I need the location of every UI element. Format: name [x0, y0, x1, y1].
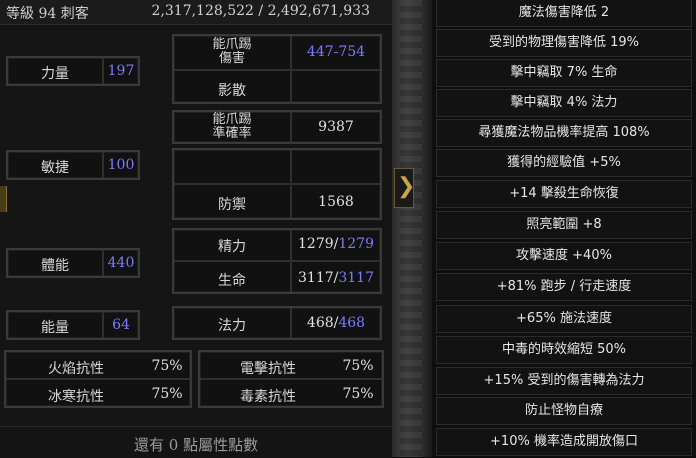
- dexterity-value: 100: [107, 157, 135, 173]
- energy-label: 能量: [41, 320, 69, 336]
- stamina-value: 1279/1279: [298, 236, 374, 252]
- shadow-label: 影散: [218, 83, 246, 99]
- life-current: 3117: [298, 270, 334, 286]
- chevron-right-icon: ❯: [397, 174, 416, 199]
- stat-points-label: 還有 0 點屬性點數: [134, 436, 259, 454]
- life-value: 3117/3117: [298, 270, 374, 286]
- bonus-row: 中毒的時效縮短 50%: [436, 336, 692, 364]
- panel-divider: [392, 0, 432, 457]
- attribute-vitality[interactable]: 體能 440: [6, 248, 140, 278]
- stat-points-footer: 還有 0 點屬性點數: [0, 426, 392, 458]
- bonus-row: 尋獲魔法物品機率提高 108%: [436, 119, 692, 147]
- mana-max: 468: [338, 315, 366, 331]
- bonus-stats-panel: 魔法傷害降低 2 受到的物理傷害降低 19% 擊中竊取 7% 生命 擊中竊取 4…: [432, 0, 696, 457]
- experience-value: 2,317,128,522 / 2,492,671,933: [151, 3, 370, 19]
- bonus-row: 獲得的經驗值 +5%: [436, 149, 692, 177]
- mana-label: 法力: [218, 318, 246, 334]
- dexterity-label: 敏捷: [41, 160, 69, 176]
- mana-value: 468/468: [306, 315, 366, 331]
- poison-resist-label: 毒素抗性: [240, 389, 296, 405]
- cold-resist-label: 冰寒抗性: [48, 389, 104, 405]
- expand-arrow-button[interactable]: ❯: [394, 168, 416, 208]
- stamina-current: 1279: [298, 236, 334, 252]
- defense-box: 防禦 1568: [172, 148, 382, 220]
- stamina-max: 1279: [338, 236, 374, 252]
- life-max: 3117: [338, 270, 374, 286]
- attack-rating-value: 9387: [318, 119, 354, 135]
- lightning-resist-value: 75%: [342, 358, 374, 374]
- damage-shadow-box: 能爪踢 傷害 447-754 影散: [172, 34, 382, 104]
- defense-value: 1568: [318, 194, 354, 210]
- vitality-label: 體能: [41, 258, 69, 274]
- character-stats-panel: 等級 94 刺客 2,317,128,522 / 2,492,671,933 力…: [0, 0, 392, 458]
- mana-box: 法力 468/468: [172, 306, 382, 340]
- bonus-row: +65% 施法速度: [436, 305, 692, 333]
- bonus-row: 受到的物理傷害降低 19%: [436, 29, 692, 57]
- attribute-energy[interactable]: 能量 64: [6, 310, 140, 340]
- resist-right-box: 電擊抗性 75% 毒素抗性 75%: [198, 350, 384, 408]
- bonus-row: 防止怪物自療: [436, 397, 692, 425]
- character-header: 等級 94 刺客 2,317,128,522 / 2,492,671,933: [0, 0, 392, 25]
- bonus-row: 擊中竊取 4% 法力: [436, 89, 692, 117]
- strength-label: 力量: [41, 66, 69, 82]
- bonus-row: +81% 跑步 / 行走速度: [436, 273, 692, 301]
- stamina-label: 精力: [218, 239, 246, 255]
- attack-rating-box: 能爪踢 準確率 9387: [172, 110, 382, 144]
- attribute-dexterity[interactable]: 敏捷 100: [6, 150, 140, 180]
- bonus-row: +10% 機率造成開放傷口: [436, 428, 692, 456]
- strength-value: 197: [107, 63, 135, 79]
- attack-rating-label: 能爪踢 準確率: [212, 112, 252, 141]
- bonus-row: 魔法傷害降低 2: [436, 0, 692, 27]
- bonus-row: +14 擊殺生命恢復: [436, 180, 692, 208]
- energy-value: 64: [112, 317, 130, 333]
- level-class-label: 等級 94 刺客: [6, 6, 89, 22]
- vitality-value: 440: [107, 255, 135, 271]
- damage-label: 能爪踢 傷害: [212, 37, 252, 66]
- resist-left-box: 火焰抗性 75% 冰寒抗性 75%: [4, 350, 192, 408]
- lightning-resist-label: 電擊抗性: [240, 361, 296, 377]
- life-label: 生命: [218, 273, 246, 289]
- poison-resist-value: 75%: [342, 386, 374, 402]
- fire-resist-label: 火焰抗性: [48, 361, 104, 377]
- attribute-strength[interactable]: 力量 197: [6, 56, 140, 86]
- defense-label: 防禦: [218, 197, 246, 213]
- mana-current: 468: [306, 315, 334, 331]
- cold-resist-value: 75%: [151, 386, 183, 402]
- stamina-life-box: 精力 1279/1279 生命 3117/3117: [172, 228, 382, 294]
- bonus-row: 攻擊速度 +40%: [436, 242, 692, 270]
- damage-value: 447-754: [306, 44, 366, 60]
- bonus-row: 照亮範圍 +8: [436, 211, 692, 239]
- bonus-row: +15% 受到的傷害轉為法力: [436, 367, 692, 395]
- bonus-row: 擊中竊取 7% 生命: [436, 59, 692, 87]
- left-edge-tab[interactable]: [0, 186, 7, 212]
- fire-resist-value: 75%: [151, 358, 183, 374]
